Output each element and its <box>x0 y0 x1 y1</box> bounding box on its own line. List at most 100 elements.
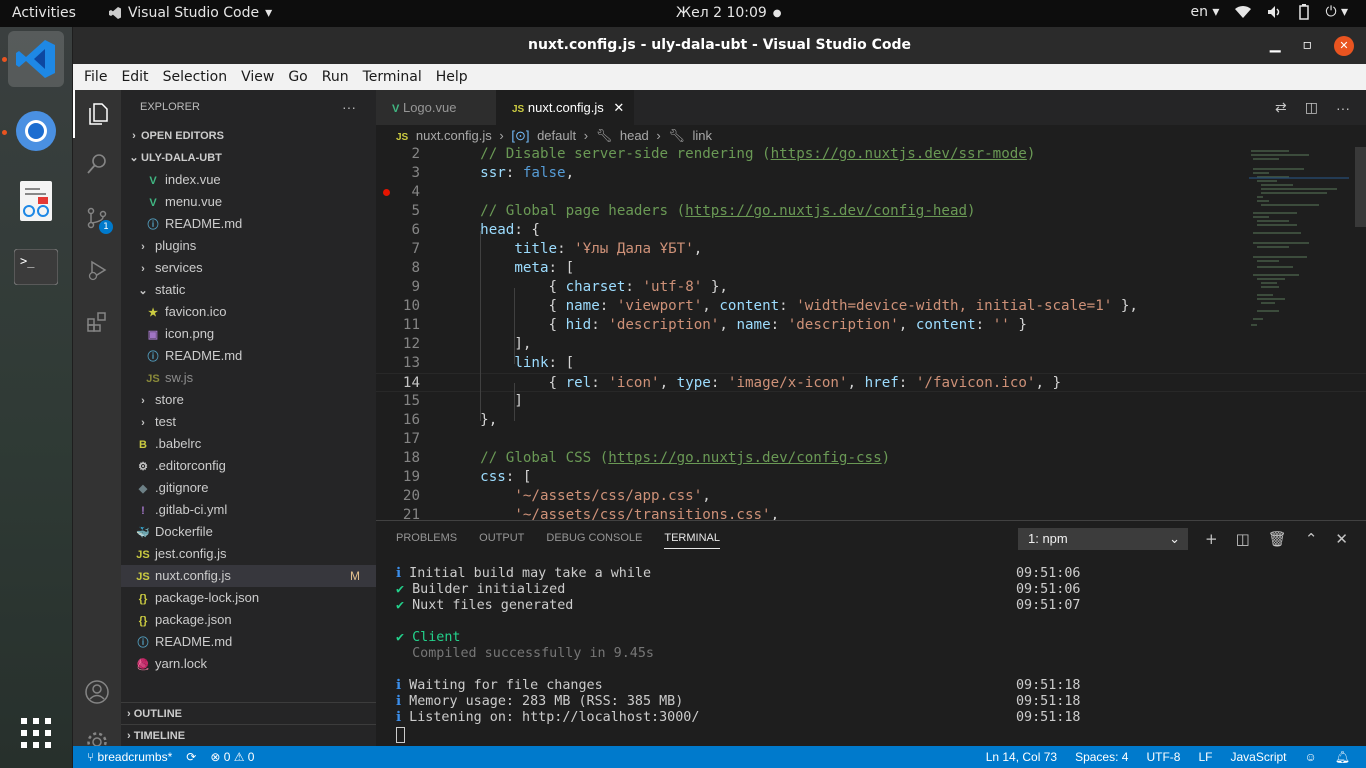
code-line[interactable]: 17 <box>376 430 1366 449</box>
menu-edit[interactable]: Edit <box>114 69 155 85</box>
source-control-activity[interactable]: 1 <box>73 194 121 242</box>
close-panel-icon[interactable]: ✕ <box>1335 530 1348 548</box>
language-mode[interactable]: JavaScript <box>1230 746 1286 768</box>
dock-terminal[interactable]: >_ <box>8 239 64 295</box>
file-item[interactable]: ◆ .gitignore <box>121 477 376 499</box>
file-item[interactable]: {} package-lock.json <box>121 587 376 609</box>
open-changes-icon[interactable]: ⇄ <box>1275 99 1287 116</box>
file-item[interactable]: ⓘ README.md <box>121 631 376 653</box>
minimize-button[interactable]: ▁ <box>1270 27 1281 64</box>
dock-vscode[interactable] <box>8 31 64 87</box>
accounts-activity[interactable] <box>73 668 121 716</box>
menu-help[interactable]: Help <box>429 69 475 85</box>
trash-icon[interactable]: 🗑︎ <box>1268 530 1287 548</box>
tab-output[interactable]: OUTPUT <box>479 521 524 556</box>
code-line[interactable]: 14 { rel: 'icon', type: 'image/x-icon', … <box>376 373 1366 392</box>
code-editor[interactable]: 2 // Disable server-side rendering (http… <box>376 147 1366 520</box>
code-line[interactable]: 16 }, <box>376 411 1366 430</box>
terminal-selector[interactable]: 1: npm ⌄ <box>1018 528 1188 550</box>
window-titlebar[interactable]: nuxt.config.js - uly-dala-ubt - Visual S… <box>73 27 1366 64</box>
menu-selection[interactable]: Selection <box>156 69 235 85</box>
file-item[interactable]: B .babelrc <box>121 433 376 455</box>
close-window-button[interactable]: ✕ <box>1334 35 1354 56</box>
menu-file[interactable]: File <box>77 69 114 85</box>
code-line[interactable]: 18 // Global CSS (https://go.nuxtjs.dev/… <box>376 449 1366 468</box>
tab-terminal[interactable]: TERMINAL <box>664 521 720 549</box>
dock-chromium[interactable] <box>8 103 64 159</box>
code-line[interactable]: 9 { charset: 'utf-8' }, <box>376 278 1366 297</box>
breadcrumb-link[interactable]: link <box>693 128 713 143</box>
clock[interactable]: Жел 2 10:09 ● <box>676 5 782 21</box>
folder-item[interactable]: ⌄ static <box>121 279 376 301</box>
file-item[interactable]: JS nuxt.config.js M <box>121 565 376 587</box>
explorer-activity[interactable] <box>73 90 121 138</box>
end-of-line[interactable]: LF <box>1198 746 1212 768</box>
code-line[interactable]: 3 ssr: false, <box>376 164 1366 183</box>
file-item[interactable]: JS jest.config.js <box>121 543 376 565</box>
timeline-section[interactable]: › TIMELINE <box>121 724 376 746</box>
maximize-panel-icon[interactable]: ⌃ <box>1305 530 1318 548</box>
tab-debug-console[interactable]: DEBUG CONSOLE <box>546 521 642 556</box>
file-item[interactable]: Vmenu.vue <box>121 191 376 213</box>
editor-scrollbar[interactable] <box>1355 147 1366 227</box>
code-line[interactable]: 10 { name: 'viewport', content: 'width=d… <box>376 297 1366 316</box>
file-item[interactable]: ⓘ README.md <box>121 345 376 367</box>
system-tray[interactable]: en ▾ ⏻ ▾ <box>1190 4 1348 20</box>
maximize-button[interactable]: ▫ <box>1303 27 1313 64</box>
feedback-icon[interactable]: ☺ <box>1305 746 1317 768</box>
code-line[interactable]: 5 // Global page headers (https://go.nux… <box>376 202 1366 221</box>
project-section[interactable]: ⌄ ULY-DALA-UBT <box>121 147 376 169</box>
more-actions-icon[interactable]: ··· <box>342 90 356 125</box>
language-indicator[interactable]: en ▾ <box>1190 4 1219 20</box>
new-terminal-icon[interactable]: + <box>1205 530 1218 548</box>
code-line[interactable]: 15 ] <box>376 392 1366 411</box>
code-line[interactable]: 21 '~/assets/css/transitions.css', <box>376 506 1366 520</box>
outline-section[interactable]: › OUTLINE <box>121 702 376 724</box>
folder-item[interactable]: › test <box>121 411 376 433</box>
dock-text-editor[interactable] <box>8 173 64 229</box>
folder-item[interactable]: › plugins <box>121 235 376 257</box>
open-editors-section[interactable]: › OPEN EDITORS <box>121 125 376 147</box>
show-applications-button[interactable] <box>8 705 64 761</box>
search-activity[interactable] <box>73 140 121 188</box>
code-line[interactable]: 11 { hid: 'description', name: 'descript… <box>376 316 1366 335</box>
split-editor-icon[interactable]: ◫ <box>1305 99 1318 116</box>
problems-indicator[interactable]: ⊗ 0 ⚠ 0 <box>210 746 254 768</box>
tab-nuxt-config-js[interactable]: JS nuxt.config.js ✕ <box>496 90 634 125</box>
cursor-position[interactable]: Ln 14, Col 73 <box>986 746 1057 768</box>
app-menu[interactable]: Visual Studio Code ▾ <box>108 5 272 21</box>
code-line[interactable]: 12 ], <box>376 335 1366 354</box>
breadcrumb-head[interactable]: head <box>620 128 649 143</box>
code-line[interactable]: 19 css: [ <box>376 468 1366 487</box>
file-item[interactable]: ▣ icon.png <box>121 323 376 345</box>
file-item[interactable]: 🐳 Dockerfile <box>121 521 376 543</box>
code-line[interactable]: 7 title: 'Ұлы Дала ҰБТ', <box>376 240 1366 259</box>
close-tab-icon[interactable]: ✕ <box>613 100 624 115</box>
code-line[interactable]: 13 link: [ <box>376 354 1366 373</box>
breadcrumb-default[interactable]: default <box>537 128 576 143</box>
file-item[interactable]: JS sw.js <box>121 367 376 389</box>
branch-indicator[interactable]: ⑂ breadcrumbs* <box>87 746 172 768</box>
more-actions-icon[interactable]: ··· <box>1336 100 1350 116</box>
code-line[interactable]: 8 meta: [ <box>376 259 1366 278</box>
tab-problems[interactable]: PROBLEMS <box>396 521 457 556</box>
indentation[interactable]: Spaces: 4 <box>1075 746 1128 768</box>
file-item[interactable]: ★ favicon.ico <box>121 301 376 323</box>
split-terminal-icon[interactable]: ◫ <box>1236 530 1250 548</box>
file-item[interactable]: Vindex.vue <box>121 169 376 191</box>
minimap[interactable] <box>1249 147 1349 337</box>
code-line[interactable]: 6 head: { <box>376 221 1366 240</box>
folder-item[interactable]: › services <box>121 257 376 279</box>
code-line[interactable]: 4 <box>376 183 1366 202</box>
code-line[interactable]: 20 '~/assets/css/app.css', <box>376 487 1366 506</box>
tab-logo-vue[interactable]: V Logo.vue <box>376 90 496 125</box>
file-item[interactable]: ! .gitlab-ci.yml <box>121 499 376 521</box>
encoding[interactable]: UTF-8 <box>1146 746 1180 768</box>
file-item[interactable]: ⓘ README.md <box>121 213 376 235</box>
file-item[interactable]: ⚙ .editorconfig <box>121 455 376 477</box>
extensions-activity[interactable] <box>73 298 121 346</box>
sync-icon[interactable]: ⟳ <box>186 746 196 768</box>
activities-button[interactable]: Activities <box>12 5 76 21</box>
menu-go[interactable]: Go <box>281 69 314 85</box>
breadcrumb-file[interactable]: nuxt.config.js <box>416 128 492 143</box>
